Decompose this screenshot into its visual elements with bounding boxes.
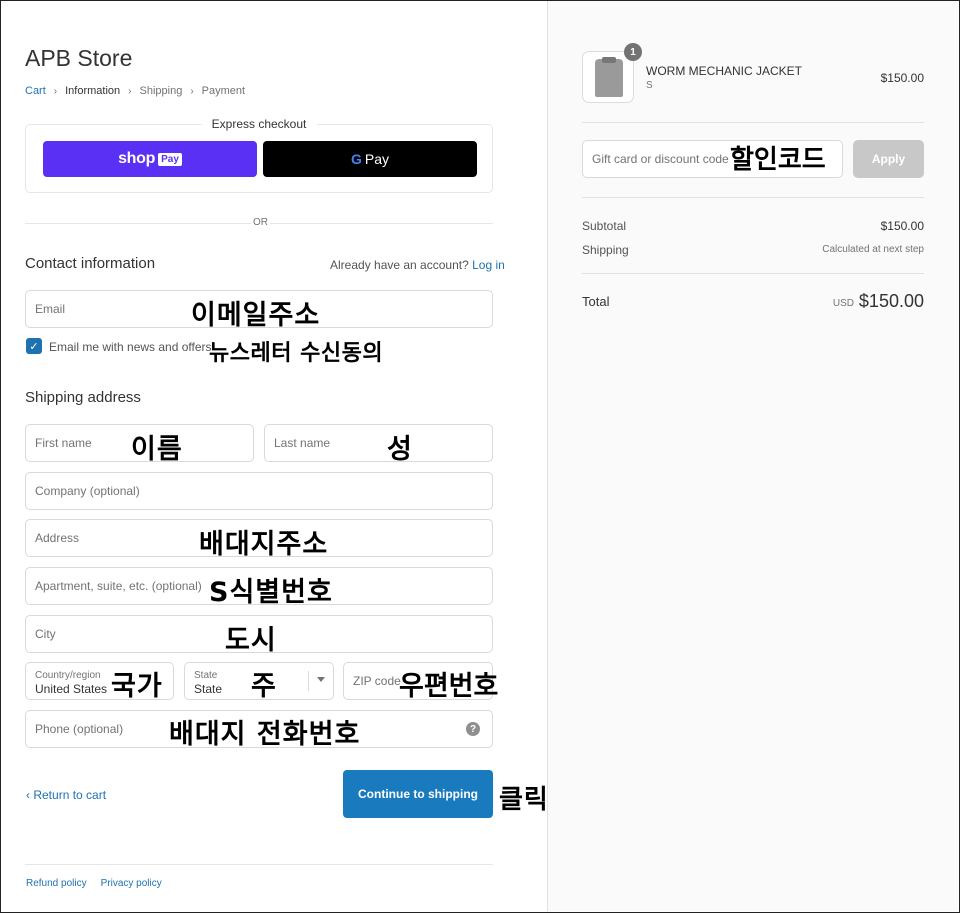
breadcrumb-cart[interactable]: Cart <box>25 85 46 97</box>
express-checkout: Express checkout shop Pay G Pay <box>25 117 493 193</box>
apartment-annotation: S식별번호 <box>209 577 333 608</box>
shop-pay-button[interactable]: shop Pay <box>43 141 257 177</box>
google-pay-label: Pay <box>364 151 389 167</box>
country-value: United States <box>35 682 108 696</box>
company-placeholder: Company (optional) <box>35 484 140 498</box>
apply-button[interactable]: Apply <box>853 140 924 178</box>
last-name-annotation: 성 <box>387 434 413 465</box>
address-placeholder: Address <box>35 531 80 545</box>
chevron-right-icon: › <box>128 85 132 97</box>
or-label: OR <box>251 217 270 228</box>
state-value: State <box>194 682 223 696</box>
email-annotation: 이메일주소 <box>191 300 321 331</box>
shipping-label: Shipping <box>582 243 629 257</box>
newsletter-checkbox[interactable]: ✓ <box>26 338 42 354</box>
country-label: Country/region <box>35 670 101 681</box>
chevron-down-icon <box>317 677 325 682</box>
select-divider <box>308 671 309 691</box>
account-text: Already have an account? <box>330 258 469 272</box>
footer-divider <box>25 864 493 865</box>
first-name-annotation: 이름 <box>131 434 183 465</box>
quantity-badge: 1 <box>624 43 642 61</box>
return-to-cart-link[interactable]: ‹ Return to cart <box>26 788 106 802</box>
store-title[interactable]: APB Store <box>25 45 132 72</box>
contact-title: Contact information <box>25 255 156 272</box>
phone-annotation: 배대지 전화번호 <box>169 719 361 750</box>
country-annotation: 국가 <box>111 671 163 702</box>
summary-divider <box>582 197 924 198</box>
newsletter-annotation: 뉴스레터 수신동의 <box>209 341 384 366</box>
breadcrumb-payment: Payment <box>201 85 246 97</box>
product-variant: S <box>646 80 653 91</box>
shipping-title: Shipping address <box>25 389 141 406</box>
breadcrumb-information: Information <box>65 85 121 97</box>
chevron-right-icon: › <box>190 85 194 97</box>
last-name-field[interactable]: Last name <box>264 424 493 462</box>
privacy-policy-link[interactable]: Privacy policy <box>101 878 162 889</box>
address-annotation: 배대지주소 <box>199 529 329 560</box>
discount-placeholder: Gift card or discount code <box>592 152 729 166</box>
apartment-placeholder: Apartment, suite, etc. (optional) <box>35 579 202 593</box>
discount-annotation: 할인코드 <box>730 145 826 175</box>
express-checkout-title: Express checkout <box>201 117 317 131</box>
shop-pay-logo: shop <box>118 150 156 167</box>
state-annotation: 주 <box>251 671 277 702</box>
total-currency: USD <box>832 298 854 309</box>
google-pay-button[interactable]: G Pay <box>263 141 477 177</box>
chevron-right-icon: › <box>53 85 58 97</box>
jacket-image <box>595 59 623 97</box>
click-annotation: 클릭 <box>499 785 549 815</box>
breadcrumb: Cart › Information › Shipping › Payment <box>25 85 245 97</box>
google-icon: G <box>350 151 362 167</box>
refund-policy-link[interactable]: Refund policy <box>26 878 87 889</box>
newsletter-label[interactable]: Email me with news and offers <box>49 340 212 354</box>
continue-to-shipping-button[interactable]: Continue to shipping <box>343 770 493 818</box>
return-to-cart-label: Return to cart <box>33 788 107 802</box>
total-label: Total <box>582 294 610 309</box>
subtotal-label: Subtotal <box>582 219 627 233</box>
city-annotation: 도시 <box>225 625 277 656</box>
state-label: State <box>194 670 218 681</box>
subtotal-value: $150.00 <box>880 219 924 233</box>
company-field[interactable]: Company (optional) <box>25 472 493 510</box>
account-prompt: Already have an account? Log in <box>330 258 505 272</box>
city-placeholder: City <box>35 627 56 641</box>
phone-placeholder: Phone (optional) <box>35 722 124 736</box>
checkout-main: APB Store Cart › Information › Shipping … <box>1 1 549 911</box>
order-summary: 1 WORM MECHANIC JACKET S $150.00 Gift ca… <box>547 1 958 911</box>
product-name: WORM MECHANIC JACKET <box>646 64 802 78</box>
jacket-collar <box>602 57 616 63</box>
zip-placeholder: ZIP code <box>353 674 401 688</box>
zip-annotation: 우편번호 <box>399 671 499 702</box>
last-name-placeholder: Last name <box>274 436 331 450</box>
first-name-placeholder: First name <box>35 436 92 450</box>
shipping-value: Calculated at next step <box>822 244 924 255</box>
total-value: $150.00 <box>858 291 924 311</box>
login-link[interactable]: Log in <box>472 258 505 272</box>
check-icon: ✓ <box>29 340 39 353</box>
footer-links: Refund policy Privacy policy <box>26 878 162 889</box>
email-placeholder: Email <box>35 302 66 316</box>
product-price: $150.00 <box>880 71 924 85</box>
help-icon[interactable]: ? <box>466 722 480 736</box>
summary-divider <box>582 273 924 274</box>
summary-divider <box>582 122 924 123</box>
shop-pay-badge: Pay <box>158 152 182 166</box>
breadcrumb-shipping: Shipping <box>139 85 183 97</box>
